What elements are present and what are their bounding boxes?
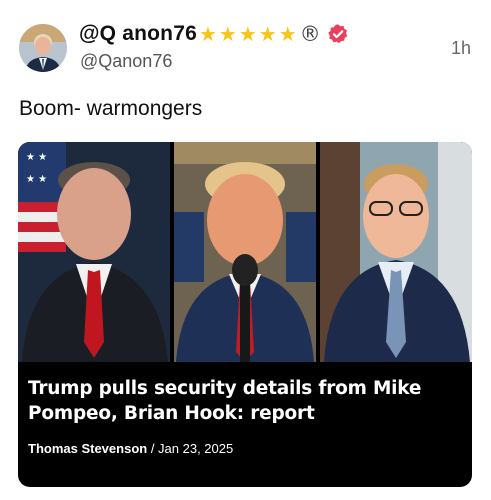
link-card-headline[interactable]: Trump pulls security details from Mike P… [28,376,466,426]
star-emoji: ★ [218,22,237,46]
post-text: Boom- warmongers [19,97,203,120]
photo-pompeo: ★ ★ ★ ★ [18,142,170,362]
display-name[interactable]: @Q anon76 [79,22,197,46]
byline-separator: / [147,441,159,456]
svg-text:★ ★: ★ ★ [26,152,47,163]
svg-text:★ ★: ★ ★ [26,174,47,185]
post[interactable]: @Q anon76 ★ ★ ★ ★ ★ ® @Qanon76 1h Boom- … [0,0,491,500]
star-emoji: ★ [278,22,297,46]
avatar[interactable] [19,24,67,72]
registered-icon: ® [299,21,321,46]
star-emoji: ★ [198,22,217,46]
link-card[interactable]: ★ ★ ★ ★ Trump pulls security details fro… [18,142,472,487]
link-card-author: Thomas Stevenson [28,441,148,456]
link-card-image: ★ ★ ★ ★ [18,142,472,362]
link-card-byline: Thomas Stevenson / Jan 23, 2025 [28,441,233,456]
timestamp[interactable]: 1h [451,38,471,59]
handle[interactable]: @Qanon76 [80,51,172,72]
avatar-image [19,24,67,72]
star-emoji: ★ [238,22,257,46]
verified-badge-icon[interactable] [327,23,349,45]
photo-trump [174,142,316,362]
link-card-date: Jan 23, 2025 [158,441,234,456]
star-emoji: ★ [258,22,277,46]
photo-hook [320,142,472,362]
name-row: @Q anon76 ★ ★ ★ ★ ★ ® [79,21,349,47]
